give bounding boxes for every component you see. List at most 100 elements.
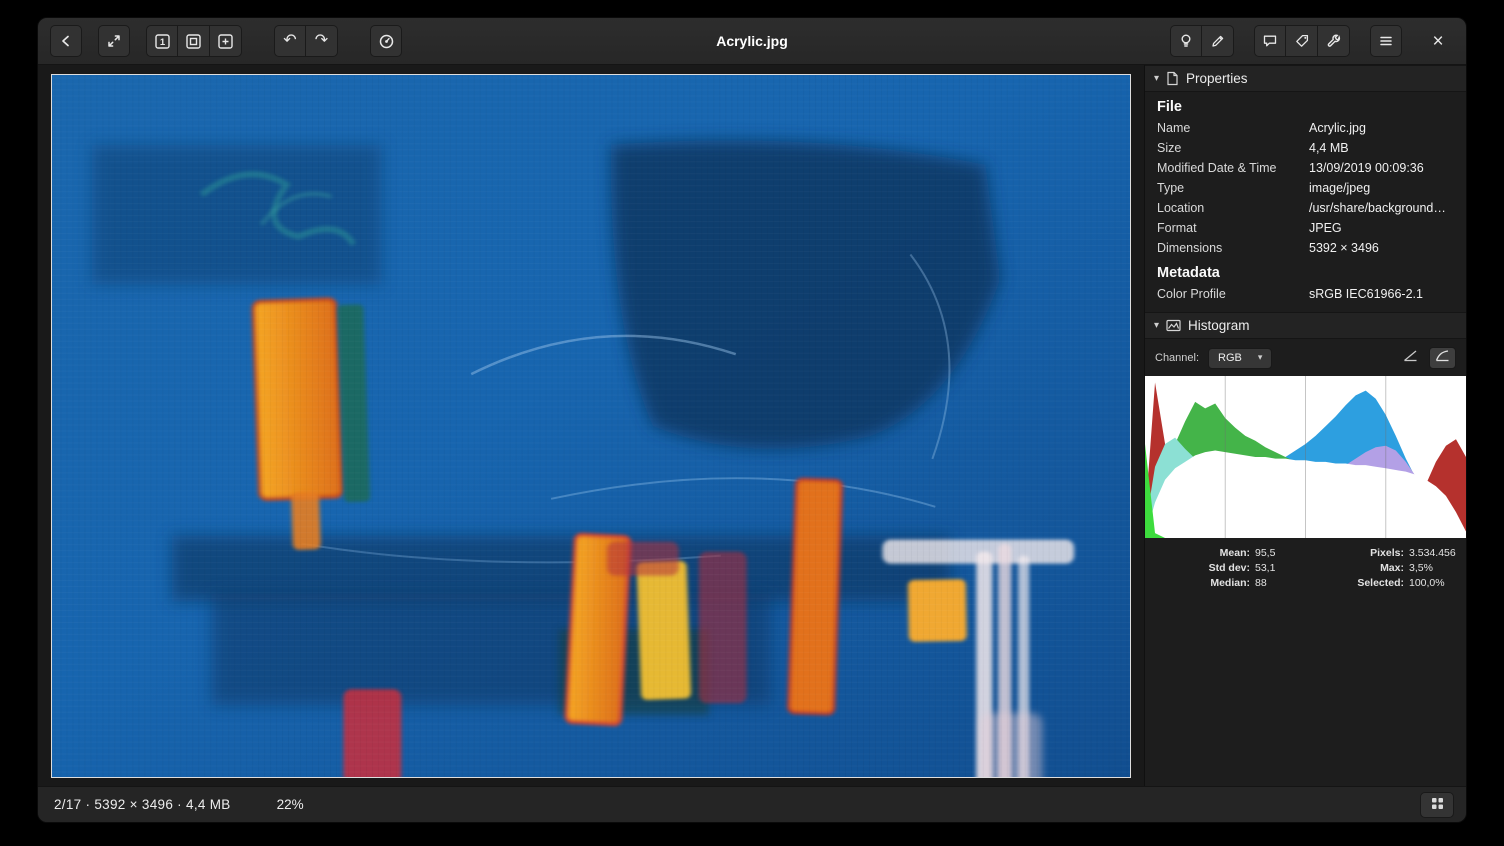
headerbar: Acrylic.jpg 1	[38, 18, 1466, 65]
status-zoom-level: 22%	[277, 797, 304, 812]
stat-value: 100,0%	[1409, 577, 1466, 589]
desktop: Acrylic.jpg 1	[0, 0, 1504, 846]
property-value: sRGB IEC61966-2.1	[1309, 286, 1466, 302]
channel-label: Channel:	[1155, 352, 1199, 364]
show-thumbnails-button[interactable]	[1420, 792, 1454, 818]
wrench-icon	[1326, 33, 1342, 49]
image-viewer-window: Acrylic.jpg 1	[38, 18, 1466, 822]
property-value: 13/09/2019 00:09:36	[1309, 160, 1466, 176]
histogram-stats: Mean: 95,5 Pixels: 3.534.456 Std dev: 53…	[1145, 538, 1466, 589]
property-row: Name Acrylic.jpg	[1145, 118, 1466, 138]
stat-value: 53,1	[1255, 562, 1317, 574]
rotate-left-button[interactable]: ↶	[274, 25, 306, 57]
zoom-original-button[interactable]: 1	[146, 25, 178, 57]
slideshow-button[interactable]	[370, 25, 402, 57]
histogram-chart	[1145, 376, 1466, 538]
fullscreen-icon	[106, 33, 122, 49]
channel-row: Channel: RGB ▾	[1145, 339, 1466, 376]
histogram-section-header[interactable]: ▾ Histogram	[1145, 312, 1466, 339]
thumbnails-grid-icon	[1431, 797, 1444, 813]
status-summary: 2/17 · 5392 × 3496 · 4,4 MB	[54, 797, 231, 812]
tags-button[interactable]	[1286, 25, 1318, 57]
chevron-down-icon: ▾	[1154, 320, 1159, 331]
fullscreen-button[interactable]	[98, 25, 130, 57]
viewer-pane	[38, 65, 1144, 786]
edit-file-button[interactable]	[1202, 25, 1234, 57]
property-label: Type	[1157, 180, 1309, 196]
property-row: Location /usr/share/background…	[1145, 198, 1466, 218]
close-button[interactable]: ×	[1422, 25, 1454, 57]
zoom-fit-icon	[185, 33, 202, 50]
comment-icon	[1262, 33, 1278, 49]
svg-text:1: 1	[159, 37, 165, 48]
slideshow-icon	[378, 33, 395, 50]
property-value: image/jpeg	[1309, 180, 1466, 196]
stat-label: Max:	[1317, 562, 1409, 574]
property-row: Format JPEG	[1145, 218, 1466, 238]
rotate-left-icon: ↶	[283, 33, 296, 49]
channel-select[interactable]: RGB ▾	[1208, 348, 1272, 369]
painting-image	[52, 75, 1130, 777]
chevron-down-icon: ▾	[1154, 73, 1159, 84]
linear-histogram-icon	[1403, 349, 1418, 367]
stat-value: 95,5	[1255, 547, 1317, 559]
stat-label: Std dev:	[1159, 562, 1255, 574]
zoom-button-group: 1	[146, 25, 242, 57]
property-value: 5392 × 3496	[1309, 240, 1466, 256]
zoom-original-icon: 1	[154, 33, 171, 50]
document-icon	[1166, 71, 1179, 86]
log-scale-button[interactable]	[1429, 347, 1456, 369]
hamburger-menu-icon	[1378, 33, 1394, 49]
image-icon	[1166, 319, 1181, 332]
image-tools-button[interactable]	[1170, 25, 1202, 57]
chevron-down-icon: ▾	[1258, 352, 1263, 363]
property-row: Size 4,4 MB	[1145, 138, 1466, 158]
log-histogram-icon	[1435, 349, 1450, 367]
back-button[interactable]	[50, 25, 82, 57]
tag-icon	[1294, 33, 1310, 49]
rotate-right-icon: ↷	[315, 33, 328, 49]
property-label: Name	[1157, 120, 1309, 136]
tools-wrench-button[interactable]	[1318, 25, 1350, 57]
rotate-button-group: ↶ ↷	[274, 25, 338, 57]
property-row: Dimensions 5392 × 3496	[1145, 238, 1466, 258]
comment-button[interactable]	[1254, 25, 1286, 57]
stat-value: 3.534.456	[1409, 547, 1466, 559]
content-area: ▾ Properties File Name Acrylic.jpg Size …	[38, 65, 1466, 786]
menu-button[interactable]	[1370, 25, 1402, 57]
file-heading: File	[1145, 92, 1466, 118]
zoom-in-icon	[217, 33, 234, 50]
stat-value: 88	[1255, 577, 1317, 589]
rotate-right-button[interactable]: ↷	[306, 25, 338, 57]
property-label: Format	[1157, 220, 1309, 236]
property-row: Modified Date & Time 13/09/2019 00:09:36	[1145, 158, 1466, 178]
channel-select-value: RGB	[1218, 352, 1242, 364]
property-row: Type image/jpeg	[1145, 178, 1466, 198]
stat-label: Pixels:	[1317, 547, 1409, 559]
properties-sidebar: ▾ Properties File Name Acrylic.jpg Size …	[1144, 65, 1466, 786]
zoom-fit-button[interactable]	[178, 25, 210, 57]
property-value: Acrylic.jpg	[1309, 120, 1466, 136]
property-label: Size	[1157, 140, 1309, 156]
histogram-section-label: Histogram	[1188, 318, 1250, 333]
stat-label: Mean:	[1159, 547, 1255, 559]
property-label: Dimensions	[1157, 240, 1309, 256]
property-label: Color Profile	[1157, 286, 1309, 302]
properties-section-header[interactable]: ▾ Properties	[1145, 65, 1466, 92]
scale-buttons	[1397, 347, 1456, 369]
property-label: Location	[1157, 200, 1309, 216]
statusbar: 2/17 · 5392 × 3496 · 4,4 MB 22%	[38, 786, 1466, 822]
stat-label: Median:	[1159, 577, 1255, 589]
property-value: /usr/share/background…	[1309, 200, 1466, 216]
zoom-in-button[interactable]	[210, 25, 242, 57]
stat-value: 3,5%	[1409, 562, 1466, 574]
lightbulb-icon	[1178, 33, 1194, 49]
close-icon: ×	[1432, 32, 1443, 51]
linear-scale-button[interactable]	[1397, 347, 1424, 369]
annotate-button-group	[1254, 25, 1350, 57]
property-value: 4,4 MB	[1309, 140, 1466, 156]
properties-section-label: Properties	[1186, 71, 1248, 86]
tools-button-group	[1170, 25, 1234, 57]
image-canvas[interactable]	[51, 74, 1131, 778]
property-label: Modified Date & Time	[1157, 160, 1309, 176]
